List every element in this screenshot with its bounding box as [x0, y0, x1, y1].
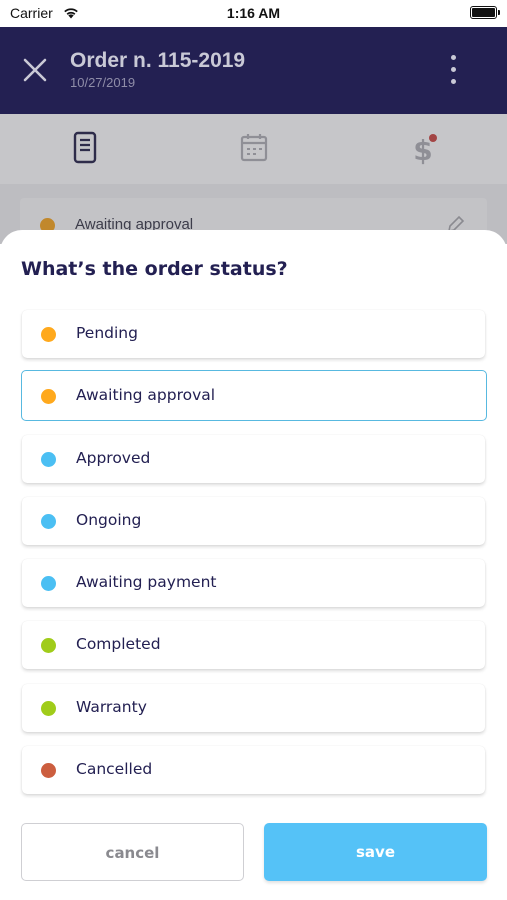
- status-option-completed[interactable]: Completed: [22, 621, 485, 669]
- save-button[interactable]: save: [264, 823, 487, 881]
- status-option-label: Completed: [76, 635, 161, 653]
- status-option-awaiting-payment[interactable]: Awaiting payment: [22, 559, 485, 607]
- calendar-icon[interactable]: [236, 130, 272, 166]
- dollar-icon[interactable]: $: [405, 130, 441, 166]
- status-dot: [41, 327, 56, 342]
- clock: 1:16 AM: [226, 5, 281, 21]
- status-option-cancelled[interactable]: Cancelled: [22, 746, 485, 794]
- status-dot: [41, 576, 56, 591]
- status-dot: [41, 638, 56, 653]
- page-title: Order n. 115-2019: [70, 49, 246, 72]
- status-option-approved[interactable]: Approved: [22, 435, 485, 483]
- status-option-pending[interactable]: Pending: [22, 310, 485, 358]
- more-options-icon[interactable]: [445, 53, 461, 87]
- close-icon[interactable]: [20, 55, 50, 85]
- document-icon[interactable]: [67, 130, 103, 166]
- status-option-awaiting-approval[interactable]: Awaiting approval: [21, 370, 487, 421]
- status-option-label: Approved: [76, 449, 151, 467]
- status-option-label: Pending: [76, 324, 138, 342]
- status-option-ongoing[interactable]: Ongoing: [22, 497, 485, 545]
- status-dot: [41, 763, 56, 778]
- status-option-warranty[interactable]: Warranty: [22, 684, 485, 732]
- status-dot: [41, 701, 56, 716]
- status-option-label: Warranty: [76, 698, 147, 716]
- tab-bar: $: [0, 114, 507, 184]
- status-dot: [41, 514, 56, 529]
- status-bar: Carrier 1:16 AM: [0, 0, 507, 27]
- status-dot: [41, 452, 56, 467]
- status-dot: [41, 389, 56, 404]
- status-bottom-sheet: What’s the order status? Pending Awaitin…: [0, 230, 507, 900]
- app-header: Order n. 115-2019 10/27/2019: [0, 27, 507, 114]
- order-date: 10/27/2019: [70, 75, 136, 90]
- cancel-button[interactable]: cancel: [21, 823, 244, 881]
- status-option-label: Awaiting approval: [76, 386, 216, 404]
- status-option-label: Cancelled: [76, 760, 153, 778]
- sheet-title: What’s the order status?: [21, 258, 288, 280]
- status-option-label: Awaiting payment: [76, 573, 217, 591]
- battery-icon: [470, 6, 500, 19]
- status-option-label: Ongoing: [76, 511, 142, 529]
